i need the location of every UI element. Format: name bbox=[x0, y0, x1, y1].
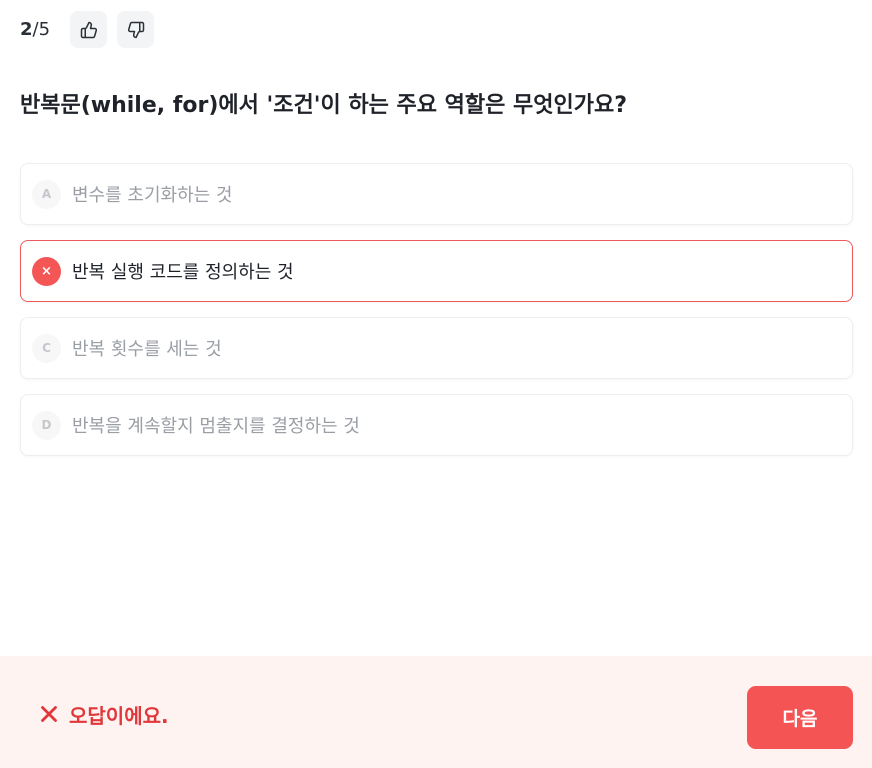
option-marker-c: C bbox=[32, 333, 61, 363]
option-text: 변수를 초기화하는 것 bbox=[72, 185, 233, 206]
dislike-button[interactable] bbox=[117, 11, 155, 48]
option-text: 반복 횟수를 세는 것 bbox=[72, 339, 222, 360]
progress-current: 2 bbox=[20, 19, 33, 40]
quiz-top-bar: 2/5 bbox=[20, 11, 164, 48]
next-button[interactable]: 다음 bbox=[747, 686, 853, 749]
thumbs-down-icon bbox=[127, 21, 144, 38]
option-marker-a: A bbox=[32, 179, 61, 209]
option-a[interactable]: A 변수를 초기화하는 것 bbox=[20, 163, 853, 225]
wrong-mark-icon: × bbox=[32, 256, 61, 286]
thumbs-up-icon bbox=[80, 21, 97, 38]
progress-indicator: 2/5 bbox=[20, 19, 50, 40]
option-b-selected-wrong[interactable]: × 반복 실행 코드를 정의하는 것 bbox=[20, 240, 853, 302]
quiz-page: 2/5 반복문(while, for)에서 '조건'이 하는 주요 역할은 무엇… bbox=[0, 0, 872, 768]
option-text: 반복 실행 코드를 정의하는 것 bbox=[72, 262, 294, 283]
option-marker-d: D bbox=[32, 410, 61, 440]
option-d[interactable]: D 반복을 계속할지 멈출지를 결정하는 것 bbox=[20, 394, 853, 456]
wrong-answer-feedback: 오답이에요. bbox=[40, 702, 169, 728]
answer-options: A 변수를 초기화하는 것 × 반복 실행 코드를 정의하는 것 C 반복 횟수… bbox=[20, 163, 853, 471]
result-footer: 오답이에요. 다음 bbox=[0, 656, 872, 768]
x-icon bbox=[41, 706, 57, 722]
option-text: 반복을 계속할지 멈출지를 결정하는 것 bbox=[72, 416, 360, 437]
progress-total: 5 bbox=[38, 19, 51, 40]
like-button[interactable] bbox=[70, 11, 108, 48]
option-c[interactable]: C 반복 횟수를 세는 것 bbox=[20, 317, 853, 379]
feedback-message: 오답이에요. bbox=[69, 703, 169, 728]
question-title: 반복문(while, for)에서 '조건'이 하는 주요 역할은 무엇인가요? bbox=[20, 93, 627, 118]
